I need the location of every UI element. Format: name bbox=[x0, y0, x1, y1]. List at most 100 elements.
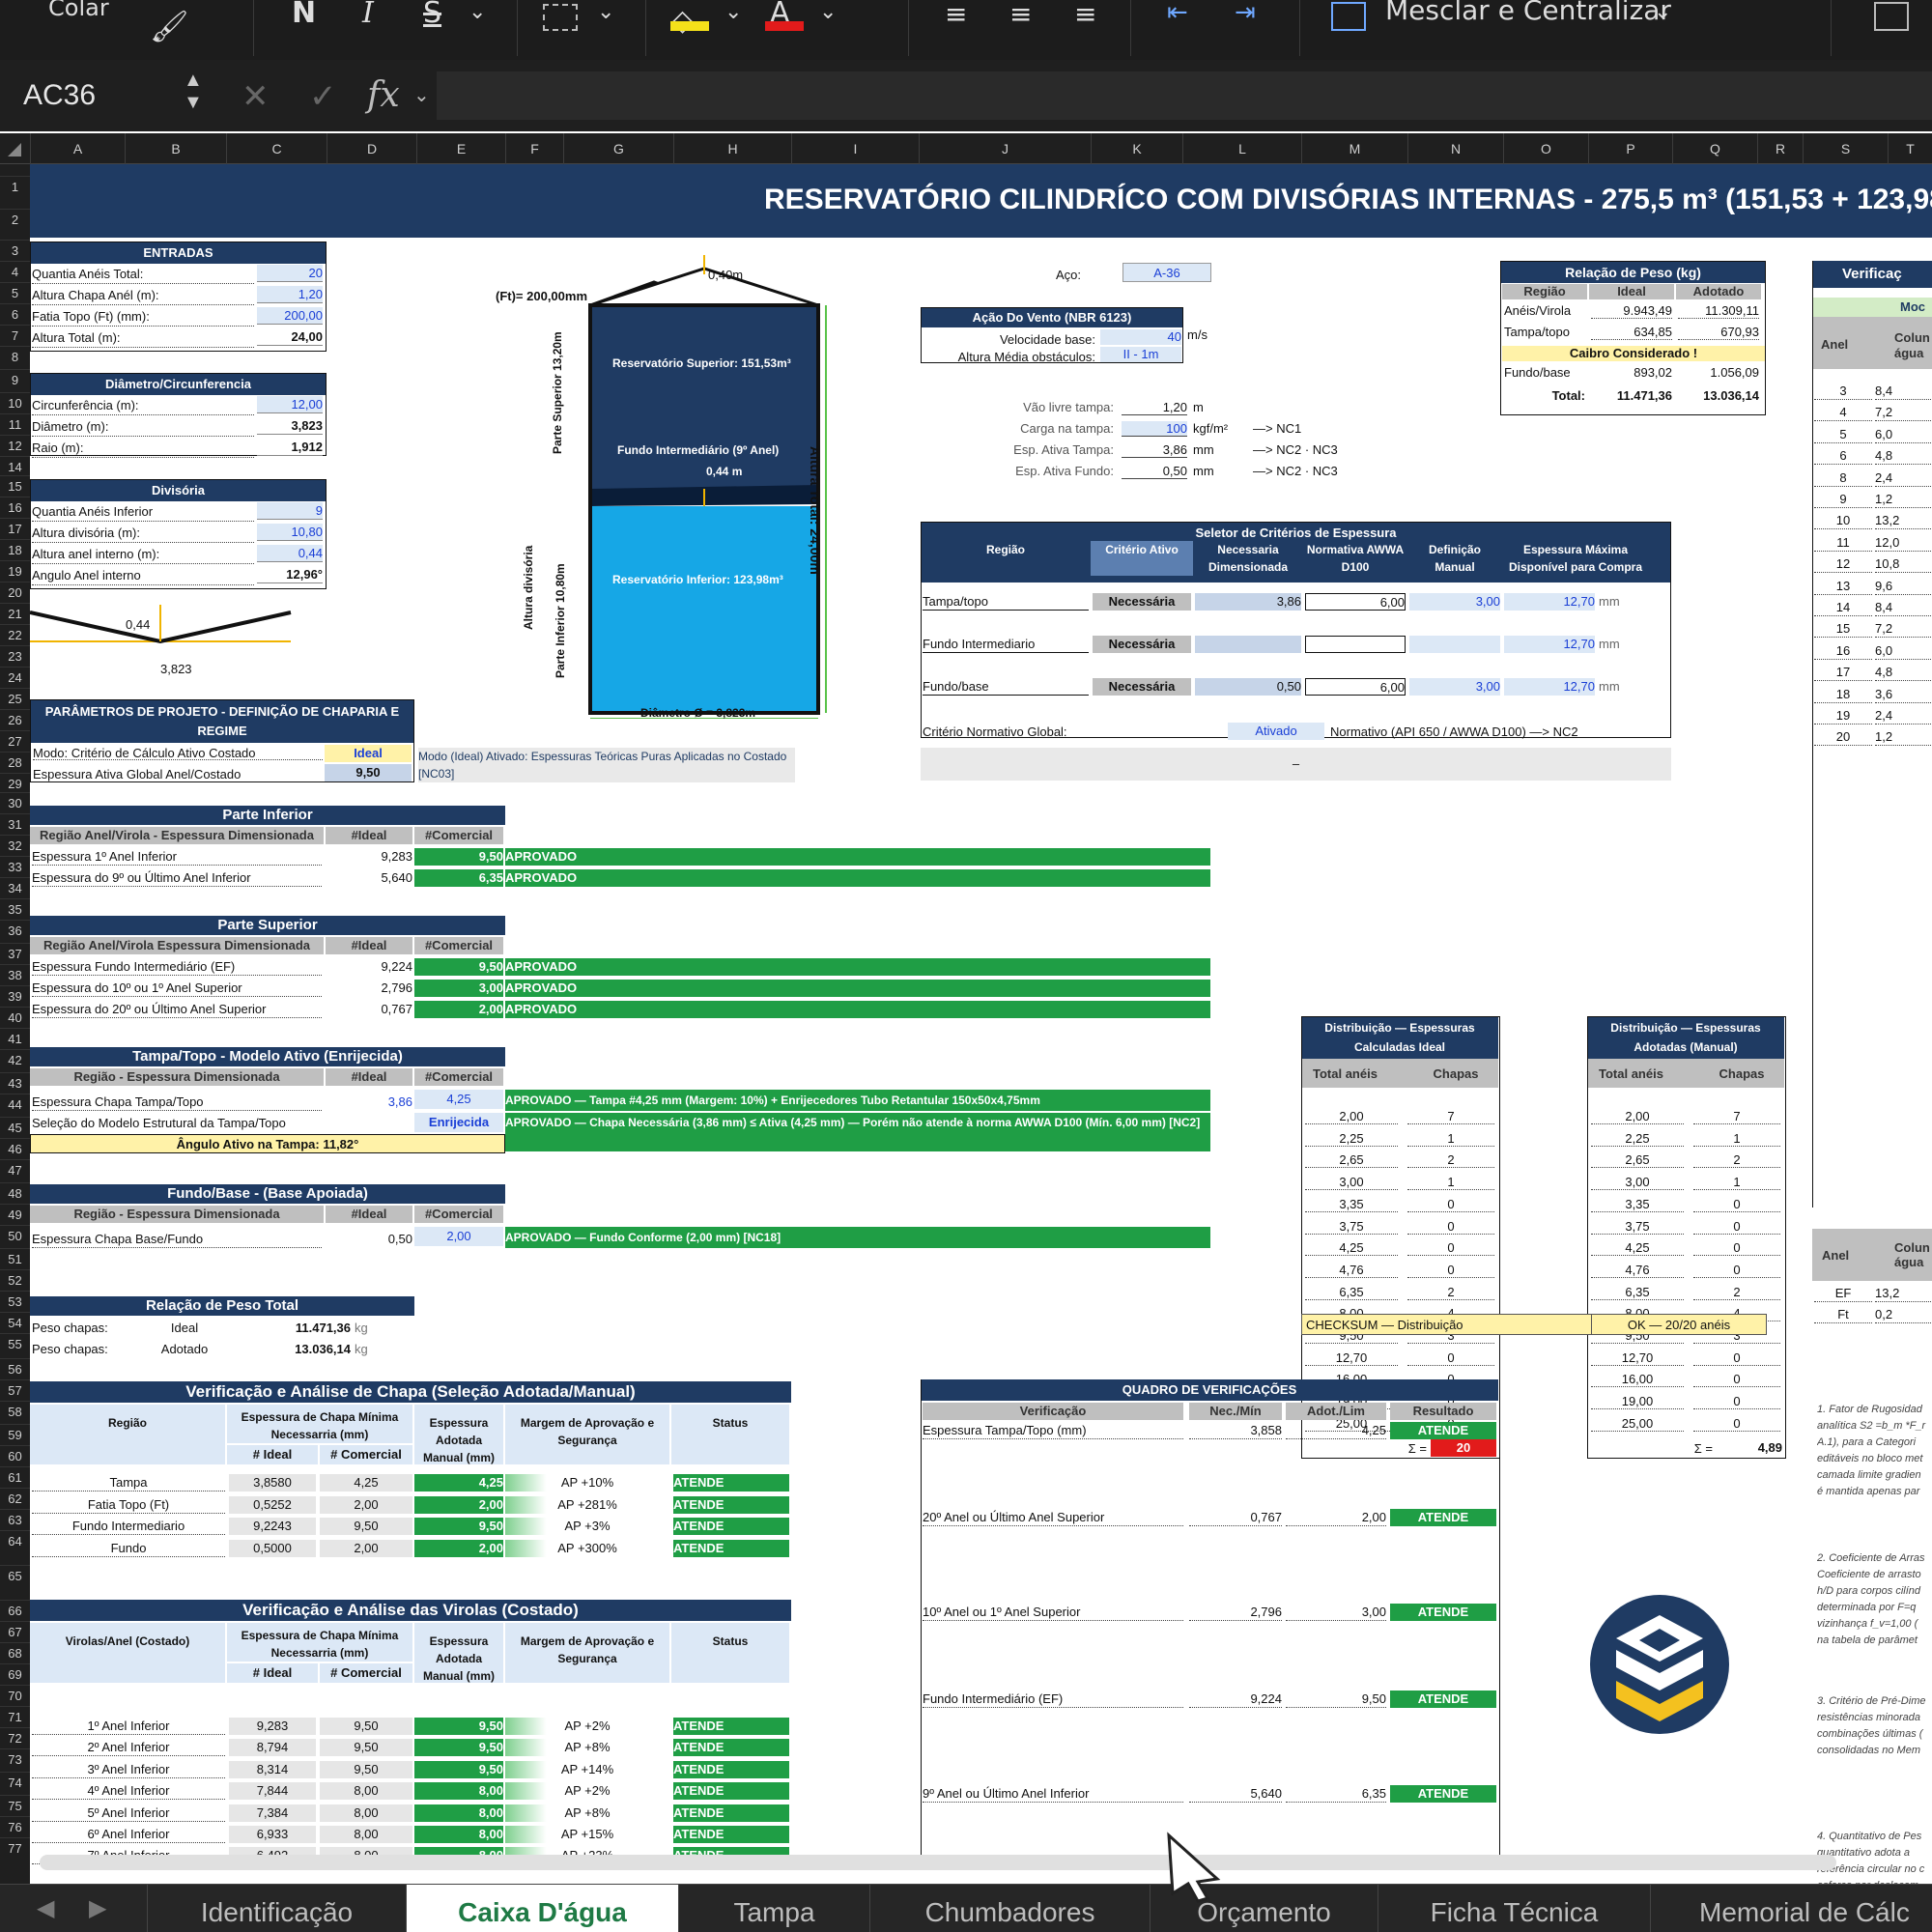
horizontal-scrollbar[interactable] bbox=[40, 1855, 1836, 1870]
row-header[interactable]: 69 bbox=[0, 1663, 30, 1685]
row-header[interactable]: 8 bbox=[0, 346, 30, 367]
row-header[interactable]: 18 bbox=[0, 539, 30, 560]
column-header[interactable]: I bbox=[791, 133, 919, 164]
row-header[interactable]: 36 bbox=[0, 920, 30, 941]
params-esp-value[interactable]: 9,50 bbox=[325, 764, 412, 781]
row-header[interactable]: 74 bbox=[0, 1772, 30, 1793]
row-header[interactable]: 64 bbox=[0, 1530, 30, 1551]
row-header[interactable]: 54 bbox=[0, 1312, 30, 1333]
function-button[interactable]: fx bbox=[367, 75, 400, 115]
row-header[interactable]: 12 bbox=[0, 435, 30, 456]
row-header[interactable]: 33 bbox=[0, 856, 30, 877]
row-header[interactable]: 11 bbox=[0, 413, 30, 435]
tampa-model-value[interactable]: Enrijecida bbox=[414, 1113, 503, 1132]
decrease-indent-icon[interactable]: ⇤ bbox=[1167, 0, 1188, 27]
row-header[interactable]: 50 bbox=[0, 1225, 30, 1246]
column-header[interactable]: M bbox=[1301, 133, 1407, 164]
load-value[interactable]: 100 bbox=[1122, 421, 1187, 437]
row-header[interactable]: 48 bbox=[0, 1182, 30, 1204]
tampa-comercial[interactable]: 4,25 bbox=[414, 1090, 503, 1109]
vvirolas-adopted[interactable]: 9,50 bbox=[414, 1718, 503, 1735]
load-value[interactable]: 1,20 bbox=[1122, 400, 1187, 415]
worksheet-grid[interactable]: RESERVATÓRIO CILINDRÍCO COM DIVISÓRIAS I… bbox=[30, 164, 1932, 1884]
vchapa-adopted[interactable]: 2,00 bbox=[414, 1539, 503, 1557]
row-header[interactable]: 15 bbox=[0, 475, 30, 497]
row-header[interactable]: 21 bbox=[0, 603, 30, 624]
global-criteria-value[interactable]: Ativado bbox=[1228, 723, 1324, 740]
column-header[interactable]: R bbox=[1757, 133, 1803, 164]
row-header[interactable]: 63 bbox=[0, 1509, 30, 1530]
vvirolas-adopted[interactable]: 8,00 bbox=[414, 1826, 503, 1843]
selector-criteria[interactable]: Necessária bbox=[1093, 593, 1191, 611]
row-header[interactable]: 68 bbox=[0, 1642, 30, 1663]
entradas-value[interactable]: 24,00 bbox=[257, 328, 323, 346]
row-header[interactable]: 28 bbox=[0, 752, 30, 773]
row-header[interactable]: 75 bbox=[0, 1795, 30, 1816]
column-header[interactable]: J bbox=[919, 133, 1091, 164]
row-header[interactable]: 61 bbox=[0, 1466, 30, 1488]
column-header[interactable]: T bbox=[1888, 133, 1932, 164]
entradas-value[interactable]: 200,00 bbox=[257, 307, 323, 325]
row-header[interactable]: 10 bbox=[0, 392, 30, 413]
row-header[interactable]: 32 bbox=[0, 835, 30, 856]
diametro-value[interactable]: 3,823 bbox=[257, 417, 323, 435]
row-header[interactable]: 34 bbox=[0, 877, 30, 898]
column-header[interactable]: F bbox=[505, 133, 563, 164]
row-header[interactable]: 46 bbox=[0, 1138, 30, 1159]
row-header[interactable]: 16 bbox=[0, 497, 30, 518]
vvirolas-adopted[interactable]: 9,50 bbox=[414, 1739, 503, 1757]
tab-tampa[interactable]: Tampa bbox=[678, 1885, 869, 1932]
row-header[interactable]: 37 bbox=[0, 943, 30, 964]
confirm-icon[interactable]: ✓ bbox=[309, 77, 337, 116]
row-header[interactable]: 59 bbox=[0, 1424, 30, 1445]
row-header[interactable]: 22 bbox=[0, 624, 30, 645]
selector-manual[interactable]: 3,00 bbox=[1409, 678, 1500, 696]
chevron-down-icon[interactable]: ⌄ bbox=[819, 0, 837, 24]
params-mode-value[interactable]: Ideal bbox=[325, 745, 412, 762]
borders-icon[interactable] bbox=[543, 4, 578, 31]
selector-max[interactable]: 12,70 bbox=[1504, 636, 1595, 653]
row-header[interactable]: 2 bbox=[0, 209, 30, 230]
column-header[interactable]: Q bbox=[1672, 133, 1757, 164]
row-header[interactable]: 4 bbox=[0, 261, 30, 282]
wind-speed-input[interactable]: 40 bbox=[1100, 329, 1181, 345]
column-header[interactable]: N bbox=[1407, 133, 1503, 164]
load-value[interactable]: 3,86 bbox=[1122, 442, 1187, 458]
row-header[interactable]: 73 bbox=[0, 1748, 30, 1770]
row-header[interactable]: 1 bbox=[0, 176, 30, 197]
selector-criteria[interactable]: Necessária bbox=[1093, 636, 1191, 653]
row-header[interactable]: 3 bbox=[0, 240, 30, 261]
column-header[interactable]: A bbox=[30, 133, 125, 164]
align-right-icon[interactable]: ≡ bbox=[1074, 0, 1096, 30]
selector-max[interactable]: 12,70 bbox=[1504, 678, 1595, 696]
row-header[interactable]: 27 bbox=[0, 730, 30, 752]
vchapa-adopted[interactable]: 4,25 bbox=[414, 1474, 503, 1492]
row-header[interactable]: 19 bbox=[0, 560, 30, 582]
entradas-value[interactable]: 20 bbox=[257, 265, 323, 282]
chevron-down-icon[interactable]: ⌄ bbox=[413, 83, 430, 107]
column-header[interactable]: O bbox=[1503, 133, 1588, 164]
row-header[interactable]: 72 bbox=[0, 1727, 30, 1748]
row-header[interactable]: 5 bbox=[0, 282, 30, 303]
align-left-icon[interactable]: ≡ bbox=[945, 0, 967, 30]
format-table-icon[interactable] bbox=[1874, 2, 1909, 31]
row-header[interactable]: 62 bbox=[0, 1488, 30, 1509]
row-header[interactable]: 40 bbox=[0, 1007, 30, 1028]
tab-chumbadores[interactable]: Chumbadores bbox=[869, 1885, 1150, 1932]
vchapa-adopted[interactable]: 9,50 bbox=[414, 1518, 503, 1535]
row-header[interactable]: 70 bbox=[0, 1685, 30, 1706]
column-header[interactable]: G bbox=[563, 133, 673, 164]
chevron-down-icon[interactable]: ⌄ bbox=[597, 0, 614, 24]
row-header[interactable]: 67 bbox=[0, 1621, 30, 1642]
row-header[interactable]: 77 bbox=[0, 1837, 30, 1859]
align-center-icon[interactable]: ≡ bbox=[1009, 0, 1032, 30]
divisoria-value[interactable]: 12,96° bbox=[257, 566, 323, 583]
next-sheet-icon[interactable]: ▶ bbox=[89, 1894, 106, 1922]
row-header[interactable]: 51 bbox=[0, 1248, 30, 1269]
tab-caixa-dagua[interactable]: Caixa D'água bbox=[406, 1885, 678, 1932]
column-header[interactable]: D bbox=[327, 133, 416, 164]
row-header[interactable]: 53 bbox=[0, 1291, 30, 1312]
row-header[interactable]: 9 bbox=[0, 369, 30, 390]
chevron-down-icon[interactable]: ⌄ bbox=[469, 0, 486, 24]
row-header[interactable]: 24 bbox=[0, 667, 30, 688]
